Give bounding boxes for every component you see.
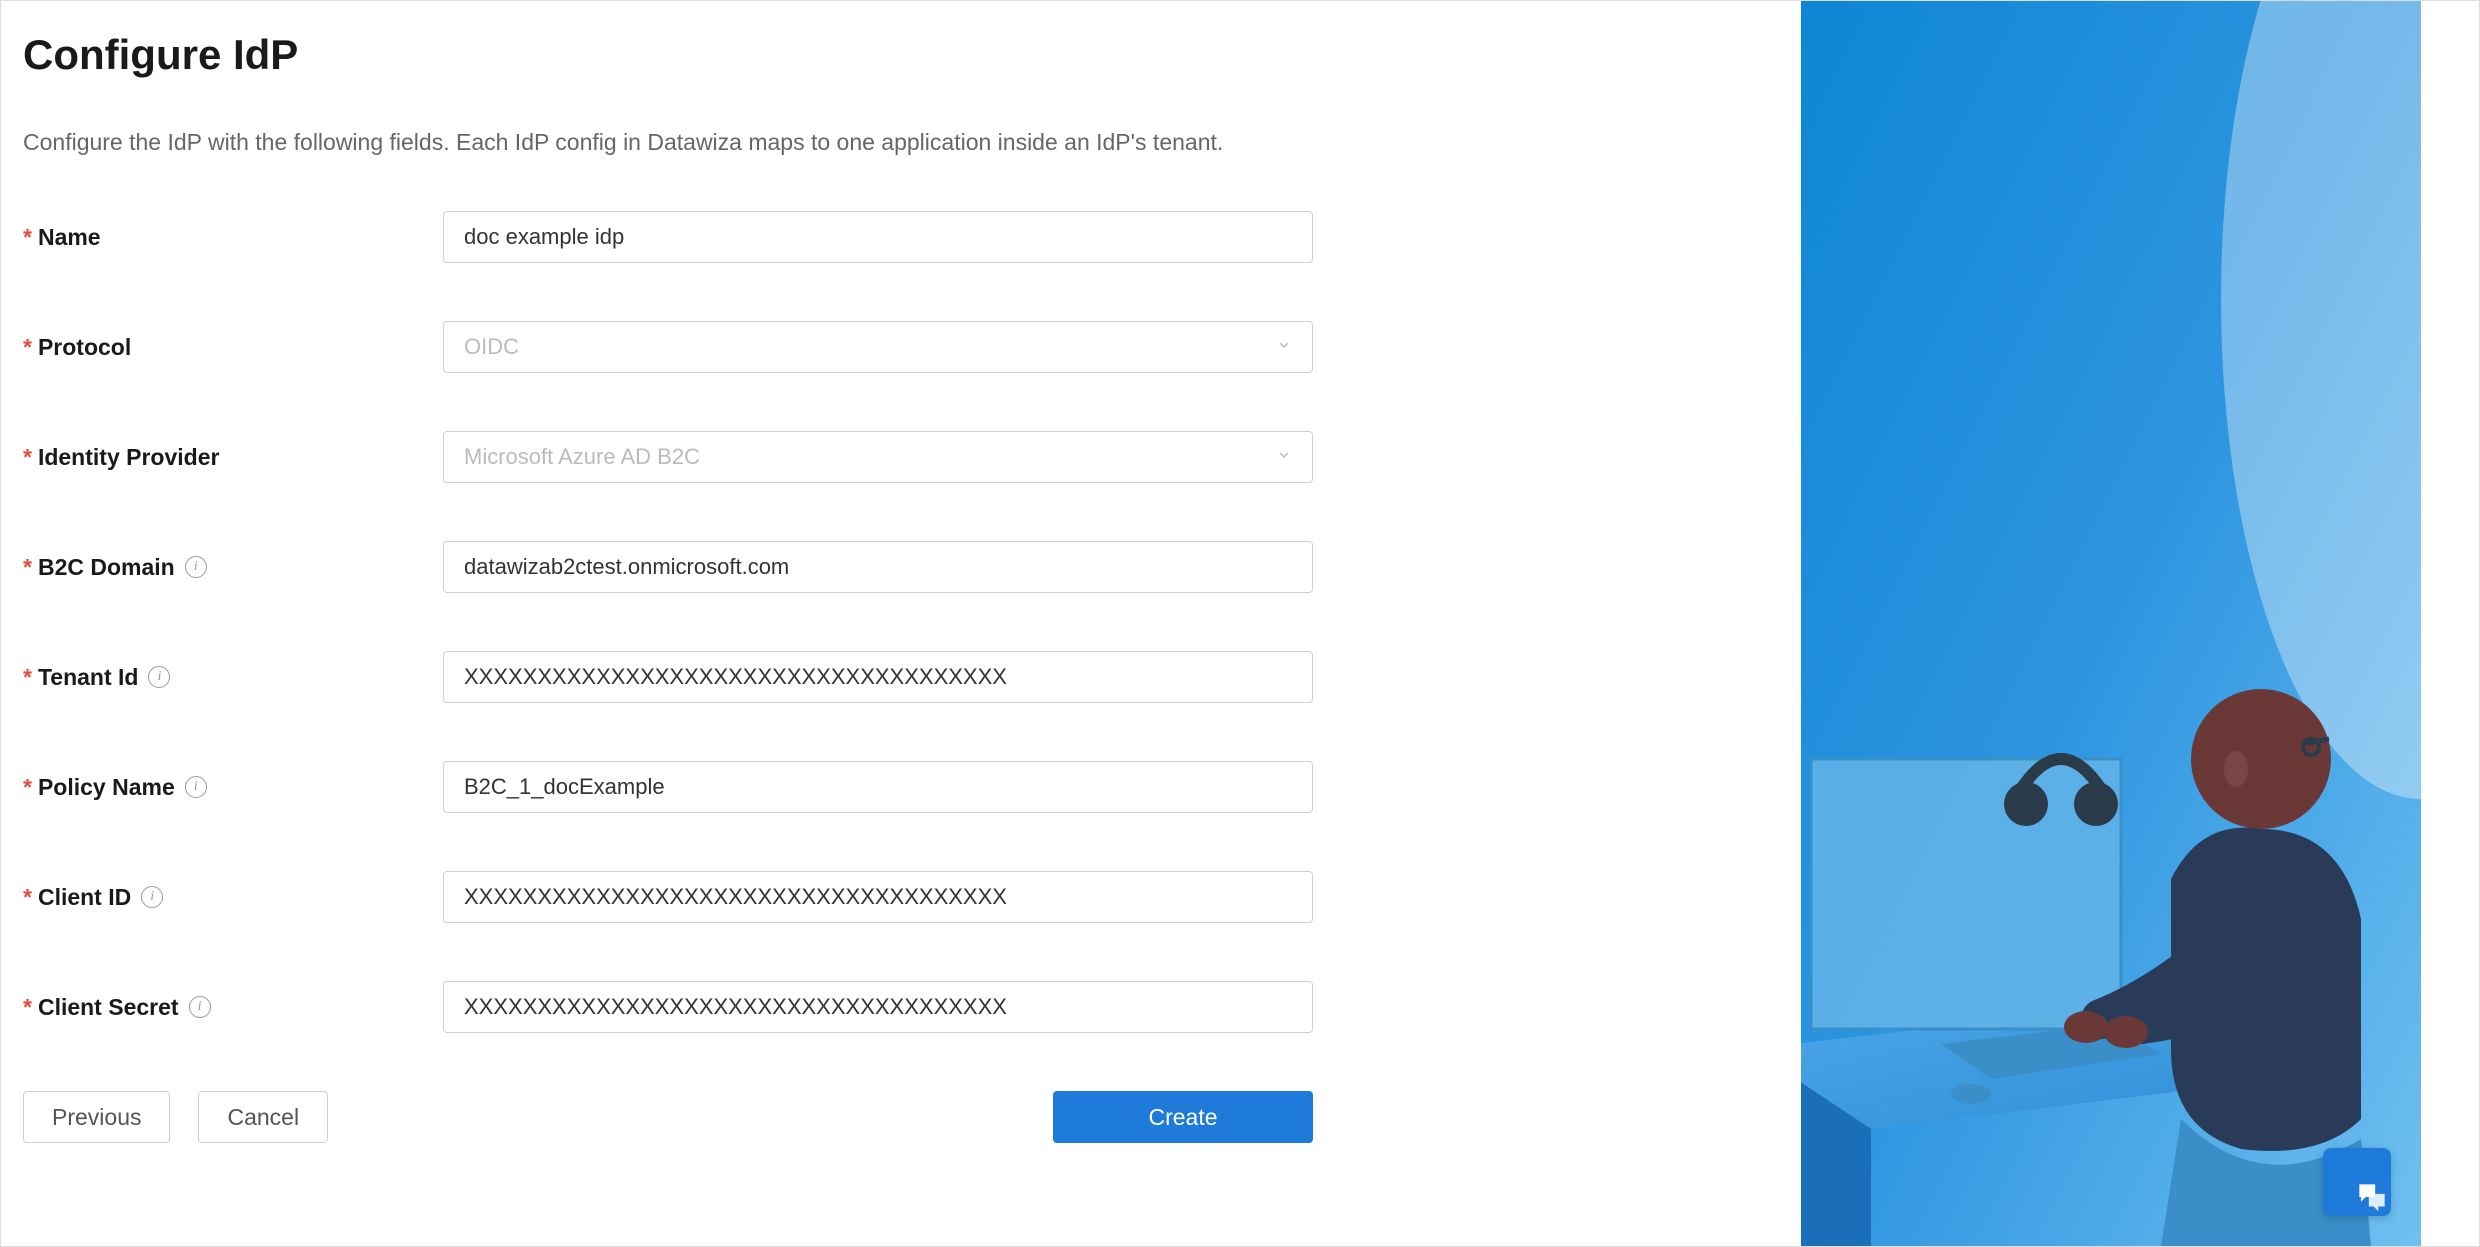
- protocol-select-value: OIDC: [464, 334, 519, 360]
- create-button[interactable]: Create: [1053, 1091, 1313, 1143]
- name-input[interactable]: [443, 211, 1313, 263]
- client-secret-label-text: Client Secret: [38, 994, 179, 1021]
- required-asterisk-icon: *: [23, 444, 32, 471]
- form-row-protocol: * Protocol OIDC: [23, 321, 1771, 373]
- form-row-identity-provider: * Identity Provider Microsoft Azure AD B…: [23, 431, 1771, 483]
- info-icon[interactable]: i: [185, 556, 207, 578]
- identity-provider-select[interactable]: Microsoft Azure AD B2C: [443, 431, 1313, 483]
- client-id-label: * Client ID i: [23, 884, 443, 911]
- info-icon[interactable]: i: [185, 776, 207, 798]
- b2c-domain-label: * B2C Domain i: [23, 554, 443, 581]
- required-asterisk-icon: *: [23, 664, 32, 691]
- b2c-domain-label-text: B2C Domain: [38, 554, 175, 581]
- page-title: Configure IdP: [23, 31, 1771, 79]
- required-asterisk-icon: *: [23, 554, 32, 581]
- page-description: Configure the IdP with the following fie…: [23, 129, 1771, 156]
- required-asterisk-icon: *: [23, 884, 32, 911]
- required-asterisk-icon: *: [23, 994, 32, 1021]
- protocol-label-text: Protocol: [38, 334, 131, 361]
- name-label: * Name: [23, 224, 443, 251]
- client-secret-input[interactable]: [443, 981, 1313, 1033]
- info-icon[interactable]: i: [148, 666, 170, 688]
- illustration-panel: [1801, 1, 2421, 1246]
- name-label-text: Name: [38, 224, 101, 251]
- form-row-client-secret: * Client Secret i: [23, 981, 1771, 1033]
- tenant-id-input[interactable]: [443, 651, 1313, 703]
- identity-provider-select-value: Microsoft Azure AD B2C: [464, 444, 700, 470]
- policy-name-label-text: Policy Name: [38, 774, 175, 801]
- chat-button[interactable]: [2323, 1148, 2391, 1216]
- chevron-down-icon: [1276, 337, 1292, 358]
- identity-provider-label-text: Identity Provider: [38, 444, 219, 471]
- form-row-b2c-domain: * B2C Domain i: [23, 541, 1771, 593]
- protocol-label: * Protocol: [23, 334, 443, 361]
- policy-name-label: * Policy Name i: [23, 774, 443, 801]
- cancel-button[interactable]: Cancel: [198, 1091, 328, 1143]
- button-row: Previous Cancel Create: [23, 1091, 1313, 1143]
- tenant-id-label-text: Tenant Id: [38, 664, 139, 691]
- form-row-name: * Name: [23, 211, 1771, 263]
- required-asterisk-icon: *: [23, 334, 32, 361]
- identity-provider-label: * Identity Provider: [23, 444, 443, 471]
- client-id-input[interactable]: [443, 871, 1313, 923]
- protocol-select[interactable]: OIDC: [443, 321, 1313, 373]
- form-panel: Configure IdP Configure the IdP with the…: [1, 1, 1801, 1246]
- client-id-label-text: Client ID: [38, 884, 131, 911]
- tenant-id-label: * Tenant Id i: [23, 664, 443, 691]
- previous-button[interactable]: Previous: [23, 1091, 170, 1143]
- b2c-domain-input[interactable]: [443, 541, 1313, 593]
- chevron-down-icon: [1276, 447, 1292, 468]
- client-secret-label: * Client Secret i: [23, 994, 443, 1021]
- info-icon[interactable]: i: [141, 886, 163, 908]
- policy-name-input[interactable]: [443, 761, 1313, 813]
- form-row-tenant-id: * Tenant Id i: [23, 651, 1771, 703]
- required-asterisk-icon: *: [23, 774, 32, 801]
- required-asterisk-icon: *: [23, 224, 32, 251]
- form-row-client-id: * Client ID i: [23, 871, 1771, 923]
- info-icon[interactable]: i: [189, 996, 211, 1018]
- form-row-policy-name: * Policy Name i: [23, 761, 1771, 813]
